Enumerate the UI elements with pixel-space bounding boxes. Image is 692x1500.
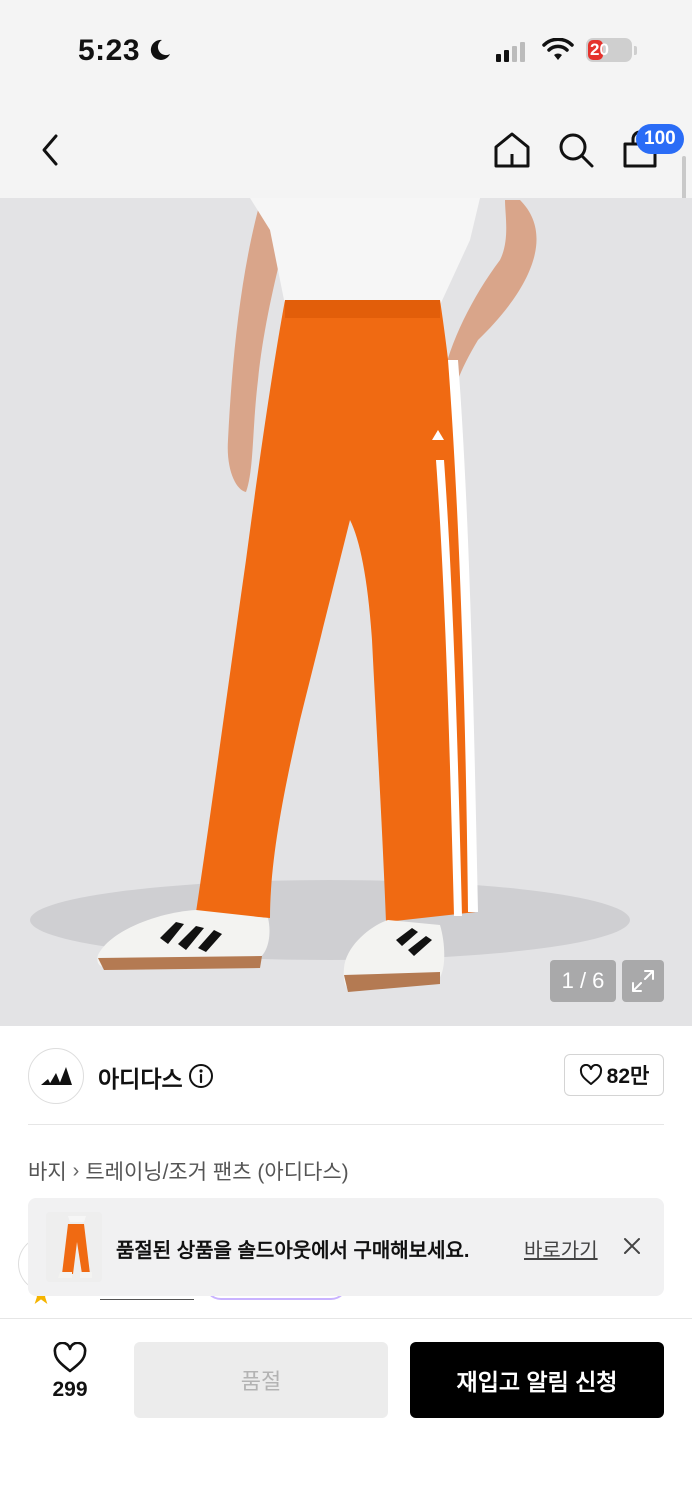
banner-go-link[interactable]: 바로가기	[524, 1234, 598, 1263]
heart-icon	[53, 1342, 87, 1373]
top-bar: 5:23 20 100	[0, 0, 692, 220]
product-image[interactable]	[0, 198, 692, 1026]
close-icon[interactable]	[622, 1236, 642, 1256]
battery-icon: 20	[586, 38, 632, 62]
brand-like-button[interactable]: 82만	[564, 1054, 664, 1096]
cart-count-badge: 100	[636, 124, 684, 154]
breadcrumb-item-subcategory[interactable]: 트레이닝/조거 팬츠 (아디다스)	[85, 1156, 348, 1186]
wish-button[interactable]: 299	[36, 1342, 104, 1418]
battery-level: 20	[590, 40, 609, 59]
banner-message: 품절된 상품을 솔드아웃에서 구매해보세요.	[116, 1240, 470, 1262]
brand-like-count: 82만	[606, 1065, 650, 1088]
soldout-banner: 품절된 상품을 솔드아웃에서 구매해보세요. 바로가기	[28, 1198, 664, 1296]
breadcrumb-item-category[interactable]: 바지	[28, 1156, 67, 1186]
brand-logo[interactable]	[28, 1048, 84, 1104]
banner-thumbnail	[46, 1212, 102, 1282]
heart-icon	[579, 1064, 602, 1085]
wish-count: 299	[52, 1378, 88, 1401]
home-icon[interactable]	[492, 130, 532, 170]
soldout-button[interactable]: 품절	[134, 1342, 388, 1418]
breadcrumb: 바지 › 트레이닝/조거 팬츠 (아디다스)	[28, 1156, 349, 1186]
battery-nub	[634, 46, 637, 55]
back-chevron-icon[interactable]	[36, 132, 64, 168]
wifi-icon	[542, 38, 574, 60]
chevron-right-icon: ›	[72, 1159, 80, 1182]
brand-name[interactable]: 아디다스	[98, 1060, 183, 1094]
search-icon[interactable]	[556, 130, 596, 170]
restock-alert-button[interactable]: 재입고 알림 신청	[410, 1342, 664, 1418]
expand-icon[interactable]	[622, 960, 664, 1002]
cellular-signal-icon	[496, 40, 525, 62]
image-counter: 1 / 6	[550, 960, 616, 1002]
bottom-divider	[0, 1318, 692, 1319]
info-icon[interactable]	[188, 1063, 214, 1089]
status-time: 5:23	[78, 34, 141, 67]
divider	[28, 1124, 664, 1125]
moon-icon	[150, 39, 170, 60]
adidas-logo-icon	[41, 1067, 72, 1085]
product-photo	[0, 198, 692, 1026]
